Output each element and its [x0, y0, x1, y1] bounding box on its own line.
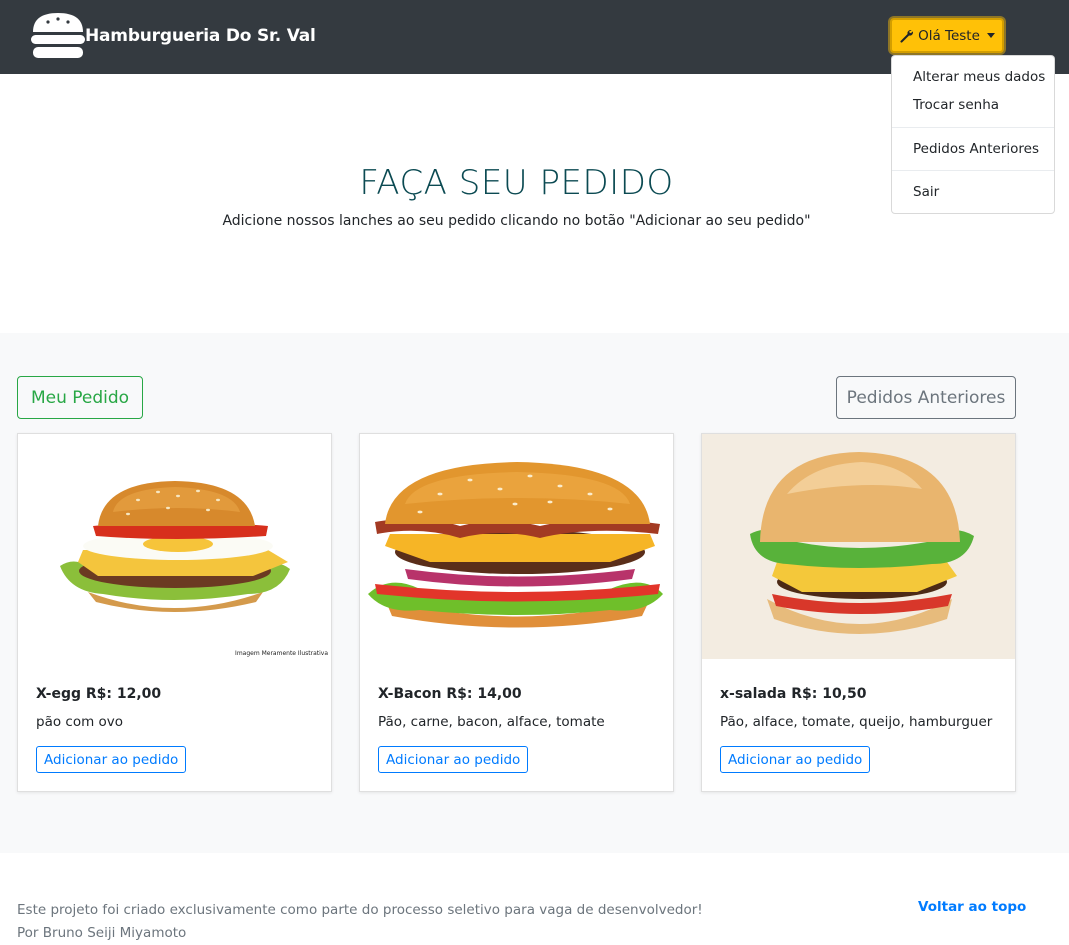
product-image-x-egg: Imagem Meramente Ilustrativa	[18, 434, 331, 659]
add-to-order-button[interactable]: Adicionar ao pedido	[36, 746, 187, 773]
footer-line-project: Este projeto foi criado exclusivamente c…	[17, 902, 703, 918]
previous-orders-button[interactable]: Pedidos Anteriores	[836, 376, 1016, 419]
menu-item-edit-profile[interactable]: Alterar meus dados	[913, 69, 1045, 85]
product-title: x-salada R$: 10,50	[720, 686, 867, 702]
my-order-button[interactable]: Meu Pedido	[17, 376, 143, 419]
image-caption: Imagem Meramente Ilustrativa	[235, 650, 328, 657]
brand-name: Hamburgueria Do Sr. Val	[85, 26, 316, 46]
menu-divider	[892, 127, 1054, 128]
menu-item-previous-orders[interactable]: Pedidos Anteriores	[913, 141, 1039, 157]
product-title: X-egg R$: 12,00	[36, 686, 162, 702]
product-description: Pão, carne, bacon, alface, tomate	[378, 714, 605, 730]
brand[interactable]: Hamburgueria Do Sr. Val	[31, 12, 316, 60]
add-to-order-button[interactable]: Adicionar ao pedido	[378, 746, 529, 773]
wrench-icon	[900, 29, 914, 43]
page-subtitle: Adicione nossos lanches ao seu pedido cl…	[222, 213, 811, 229]
user-menu-button[interactable]: Olá Teste	[890, 18, 1004, 53]
user-menu-label: Olá Teste	[918, 27, 980, 44]
product-card: Imagem Meramente Ilustrativa X-egg R$: 1…	[17, 433, 332, 792]
product-description: pão com ovo	[36, 714, 124, 730]
product-card: X-Bacon R$: 14,00 Pão, carne, bacon, alf…	[359, 433, 674, 792]
product-title: X-Bacon R$: 14,00	[378, 686, 522, 702]
product-image-x-bacon	[360, 434, 673, 659]
burger-icon	[31, 13, 85, 58]
product-description: Pão, alface, tomate, queijo, hamburguer	[720, 714, 993, 730]
page-title: FAÇA SEU PEDIDO	[359, 163, 674, 203]
back-to-top-link[interactable]: Voltar ao topo	[918, 899, 1026, 915]
product-card: x-salada R$: 10,50 Pão, alface, tomate, …	[701, 433, 1016, 792]
footer-line-author: Por Bruno Seiji Miyamoto	[17, 925, 187, 941]
products-section: Meu Pedido Pedidos Anteriores Imagem Mer…	[0, 333, 1069, 853]
menu-item-change-password[interactable]: Trocar senha	[913, 97, 999, 113]
footer-text: Este projeto foi criado exclusivamente c…	[17, 899, 703, 945]
add-to-order-button[interactable]: Adicionar ao pedido	[720, 746, 871, 773]
caret-down-icon	[986, 33, 995, 38]
product-image-x-salada	[702, 434, 1015, 659]
